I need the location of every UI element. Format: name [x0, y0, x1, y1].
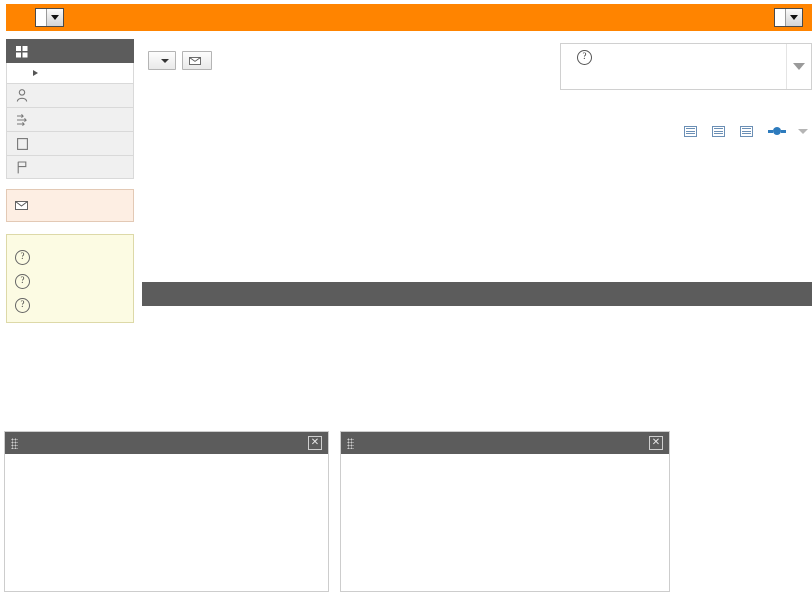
avg-time-sparkline — [485, 350, 557, 376]
question-mark-icon: ? — [15, 274, 30, 289]
envelope-icon — [189, 56, 201, 65]
sidebar-item-goals[interactable] — [6, 155, 134, 179]
drag-grip-icon[interactable] — [11, 437, 18, 449]
site-usage-right-column — [477, 306, 812, 420]
bounce-rate-sparkline — [485, 312, 557, 338]
help-link-about-this-report[interactable]: ? — [15, 249, 125, 265]
metric-marker-icon — [768, 127, 786, 135]
help-link-common-questions[interactable]: ? — [15, 297, 125, 313]
my-analytics-accounts-value — [775, 9, 785, 26]
question-mark-icon[interactable]: ? — [577, 50, 592, 65]
world-map-svg — [341, 454, 669, 591]
date-range-selector[interactable]: ? — [560, 43, 812, 90]
comparing-to-row: ? — [569, 50, 786, 65]
sidebar-item-visitors[interactable] — [6, 83, 134, 107]
date-range-main: ? — [561, 44, 786, 89]
grid-icon — [15, 45, 29, 59]
export-button[interactable] — [148, 51, 176, 70]
arrows-icon — [15, 113, 29, 127]
widget-body — [5, 454, 328, 591]
metric-row — [142, 306, 477, 344]
site-usage-header — [142, 282, 812, 306]
view-reports-value — [36, 9, 46, 26]
page-icon — [15, 137, 29, 151]
metric-row — [477, 382, 812, 420]
pages-per-visit-sparkline — [150, 388, 222, 414]
visits-chart-svg — [142, 142, 812, 272]
site-usage-left-column — [142, 306, 477, 420]
question-mark-icon: ? — [15, 250, 30, 265]
drag-grip-icon[interactable] — [347, 437, 354, 449]
main-content: ? — [142, 39, 812, 458]
visits-chart — [142, 142, 812, 272]
metric-row — [477, 344, 812, 382]
sidebar-item-dashboard[interactable] — [6, 39, 134, 63]
day-view-icon[interactable] — [684, 125, 697, 137]
graph-by-controls — [679, 124, 810, 138]
sidebar-saved-reports[interactable] — [6, 63, 134, 83]
chevron-down-icon — [46, 9, 63, 26]
sidebar-item-content[interactable] — [6, 131, 134, 155]
sidebar-item-traffic-sources[interactable] — [6, 107, 134, 131]
settings-email-row[interactable] — [15, 201, 125, 213]
envelope-icon — [15, 201, 28, 213]
metric-row — [477, 306, 812, 344]
visits-sparkline — [150, 312, 222, 338]
widget-header: ✕ — [5, 432, 328, 454]
new-visits-sparkline — [485, 388, 557, 414]
sidebar: ? ? ? — [6, 39, 134, 323]
my-analytics-accounts-select[interactable] — [774, 8, 803, 27]
chevron-down-icon — [161, 58, 169, 63]
week-view-icon[interactable] — [712, 125, 725, 137]
widget-header: ✕ — [341, 432, 669, 454]
visitors-overview-widget: ✕ — [4, 431, 329, 592]
top-navigation-bar — [6, 4, 812, 31]
widget-body — [341, 454, 669, 591]
flag-icon — [15, 160, 29, 174]
help-link-conversion-university[interactable]: ? — [15, 273, 125, 289]
metric-row — [142, 382, 477, 420]
help-resources-panel: ? ? ? — [6, 234, 134, 323]
visitors-overview-chart-svg — [5, 454, 328, 591]
metric-row — [142, 344, 477, 382]
close-icon[interactable]: ✕ — [308, 436, 322, 450]
question-mark-icon: ? — [15, 298, 30, 313]
map-overlay-widget: ✕ — [340, 431, 670, 592]
person-icon — [15, 89, 29, 103]
email-button[interactable] — [182, 51, 212, 70]
chevron-down-icon — [785, 9, 802, 26]
settings-panel — [6, 189, 134, 222]
date-range-expand-button[interactable] — [786, 44, 811, 89]
triangle-right-icon — [33, 70, 38, 76]
month-view-icon[interactable] — [740, 125, 753, 137]
metric-select-icon[interactable] — [796, 124, 810, 138]
view-reports-select[interactable] — [35, 8, 64, 27]
pageviews-sparkline — [150, 350, 222, 376]
close-icon[interactable]: ✕ — [649, 436, 663, 450]
analytics-dashboard-page: ? ? ? ? ✕ ✕ — [0, 0, 812, 592]
